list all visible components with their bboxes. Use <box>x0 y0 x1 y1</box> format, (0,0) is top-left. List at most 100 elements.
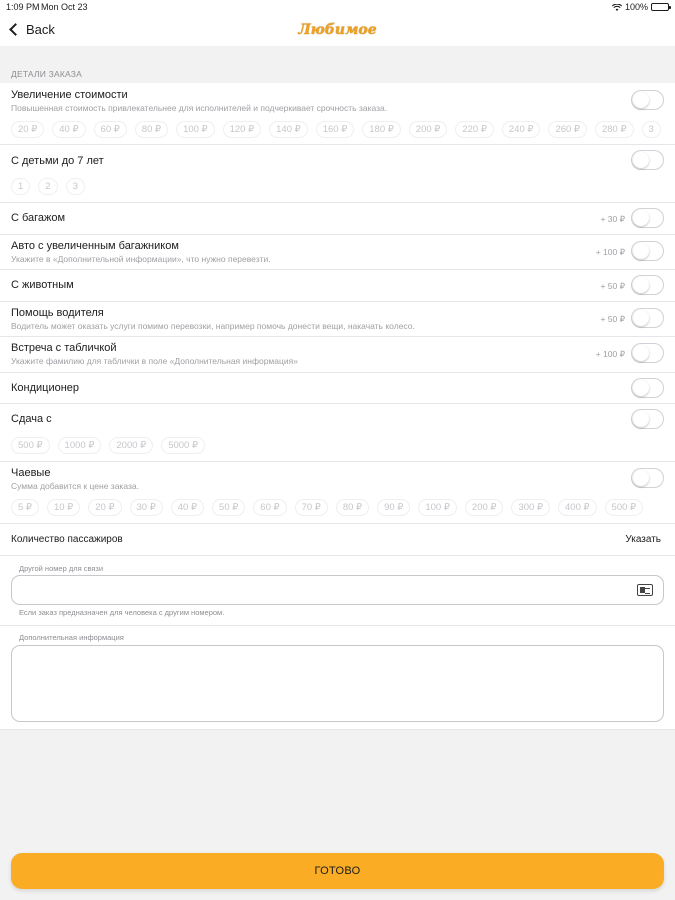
option-change: Сдача с 500 ₽ 1000 ₽ 2000 ₽ 5000 ₽ <box>0 404 675 462</box>
option-subtitle: Водитель может оказать услуги помимо пер… <box>11 321 415 331</box>
option-price: + 30 ₽ <box>600 214 625 224</box>
chip[interactable]: 10 ₽ <box>46 499 81 516</box>
chip[interactable]: 200 ₽ <box>408 121 448 138</box>
chip[interactable]: 3 <box>65 178 85 195</box>
section-header: ДЕТАЛИ ЗАКАЗА <box>11 69 82 79</box>
chip[interactable]: 5 ₽ <box>11 499 39 516</box>
chip[interactable]: 200 ₽ <box>464 499 504 516</box>
extra-info-field <box>11 645 664 722</box>
big-trunk-toggle[interactable] <box>631 241 664 261</box>
option-children: С детьми до 7 лет 123 <box>0 145 675 203</box>
animal-toggle[interactable] <box>631 275 664 295</box>
contact-phone-hint: Если заказ предназначен для человека с д… <box>19 608 225 617</box>
chip[interactable]: 80 ₽ <box>335 499 370 516</box>
battery-percent: 100% <box>624 2 648 12</box>
meeting-toggle[interactable] <box>631 343 664 363</box>
chip[interactable]: 20 ₽ <box>88 499 122 516</box>
luggage-toggle[interactable] <box>631 208 664 228</box>
status-bar: 1:09 PM Mon Oct 23 100% <box>0 0 675 14</box>
chip[interactable]: 400 ₽ <box>558 499 597 516</box>
chip[interactable]: 2 <box>38 178 58 195</box>
chip[interactable]: 220 ₽ <box>455 121 494 138</box>
passengers-specify-link[interactable]: Указать <box>625 534 661 545</box>
option-price: + 100 ₽ <box>595 349 625 359</box>
children-chips: 123 <box>11 178 85 195</box>
option-title: С животным <box>11 279 74 291</box>
extra-info-label: Дополнительная информация <box>19 633 124 642</box>
chip[interactable]: 240 ₽ <box>501 121 541 138</box>
price-increase-toggle[interactable] <box>631 90 664 110</box>
tips-toggle[interactable] <box>631 468 664 488</box>
order-details-panel: Увеличение стоимости Повышенная стоимост… <box>0 83 675 730</box>
navigation-bar: Back Любимое <box>0 14 675 46</box>
option-title: С багажом <box>11 212 66 224</box>
chip[interactable]: 500 ₽ <box>11 437 50 454</box>
chip[interactable]: 100 ₽ <box>418 499 457 516</box>
option-luggage: С багажом + 30 ₽ <box>0 203 675 235</box>
chip[interactable]: 40 ₽ <box>170 499 205 516</box>
chip[interactable]: 2000 ₽ <box>109 437 154 454</box>
chip[interactable]: 60 ₽ <box>93 121 127 138</box>
chip[interactable]: 50 ₽ <box>212 499 246 516</box>
chip[interactable]: 160 ₽ <box>315 121 355 138</box>
contact-phone-section: Другой номер для связи Если заказ предна… <box>0 556 675 626</box>
chip[interactable]: 1000 ₽ <box>57 437 102 454</box>
chip[interactable]: 180 ₽ <box>362 121 401 138</box>
nav-title-logo: Любимое <box>298 22 377 38</box>
option-animal: С животным + 50 ₽ <box>0 270 675 302</box>
option-passengers[interactable]: Количество пассажиров Указать <box>0 524 675 556</box>
option-title: Кондиционер <box>11 382 80 394</box>
price-increase-chips: 20 ₽ 40 ₽ 60 ₽ 80 ₽ 100 ₽ 120 ₽ 140 ₽ 160 ₽ 180 … <box>11 121 661 138</box>
option-subtitle: Укажите в «Дополнительной информации», ч… <box>11 254 271 264</box>
option-meeting-sign: Встреча с табличкой Укажите фамилию для … <box>0 337 675 373</box>
option-price-increase: Увеличение стоимости Повышенная стоимост… <box>0 83 675 145</box>
extra-info-section: Дополнительная информация <box>0 626 675 730</box>
chip[interactable]: 90 ₽ <box>377 499 411 516</box>
chip[interactable]: 1 <box>11 178 31 195</box>
change-toggle[interactable] <box>631 409 664 429</box>
option-title: С детьми до 7 лет <box>11 155 104 167</box>
wifi-icon <box>611 3 622 11</box>
option-big-trunk: Авто с увеличенным багажником Укажите в … <box>0 235 675 270</box>
chip[interactable]: 80 ₽ <box>134 121 169 138</box>
chip[interactable]: 60 ₽ <box>253 499 287 516</box>
children-toggle[interactable] <box>631 150 664 170</box>
chip[interactable]: 120 ₽ <box>222 121 262 138</box>
option-title: Помощь водителя <box>11 307 104 319</box>
chip[interactable]: 300 ₽ <box>511 499 550 516</box>
option-air-conditioner: Кондиционер <box>0 373 675 404</box>
chip[interactable]: 70 ₽ <box>294 499 328 516</box>
option-driver-help: Помощь водителя Водитель может оказать у… <box>0 302 675 337</box>
driver-help-toggle[interactable] <box>631 308 664 328</box>
contact-phone-field <box>11 575 664 605</box>
option-title: Авто с увеличенным багажником <box>11 240 179 252</box>
chip[interactable]: 140 ₽ <box>269 121 308 138</box>
contact-card-icon[interactable] <box>637 584 653 596</box>
chip[interactable]: 30 ₽ <box>129 499 163 516</box>
ac-toggle[interactable] <box>631 378 664 398</box>
contact-phone-input[interactable] <box>12 576 663 604</box>
chip[interactable]: 40 ₽ <box>52 121 86 138</box>
option-title: Увеличение стоимости <box>11 89 128 101</box>
status-time: 1:09 PM <box>6 2 40 12</box>
option-price: + 50 ₽ <box>600 281 625 291</box>
chip[interactable]: 5000 ₽ <box>161 437 206 454</box>
status-right: 100% <box>611 2 671 12</box>
change-chips: 500 ₽ 1000 ₽ 2000 ₽ 5000 ₽ <box>11 437 206 454</box>
option-tips: Чаевые Сумма добавится к цене заказа. 5 … <box>0 462 675 524</box>
chip[interactable]: 20 ₽ <box>11 121 45 138</box>
chip[interactable]: 500 ₽ <box>604 499 644 516</box>
chip[interactable]: 280 ₽ <box>594 121 634 138</box>
option-price: + 100 ₽ <box>595 247 625 257</box>
chip[interactable]: 3 <box>641 121 661 138</box>
option-subtitle: Повышенная стоимость привлекательнее для… <box>11 103 388 113</box>
option-price: + 50 ₽ <box>600 314 625 324</box>
option-title: Встреча с табличкой <box>11 342 117 354</box>
option-title: Количество пассажиров <box>11 534 123 545</box>
tips-chips: 5 ₽ 10 ₽ 20 ₽ 30 ₽ 40 ₽ 50 ₽ 60 ₽ 70 ₽ 80 ₽ 90 ₽ 1… <box>11 499 644 516</box>
done-button[interactable]: ГОТОВО <box>11 853 664 889</box>
option-title: Чаевые <box>11 467 51 479</box>
extra-info-textarea[interactable] <box>12 646 663 721</box>
chip[interactable]: 100 ₽ <box>176 121 215 138</box>
chip[interactable]: 260 ₽ <box>548 121 587 138</box>
